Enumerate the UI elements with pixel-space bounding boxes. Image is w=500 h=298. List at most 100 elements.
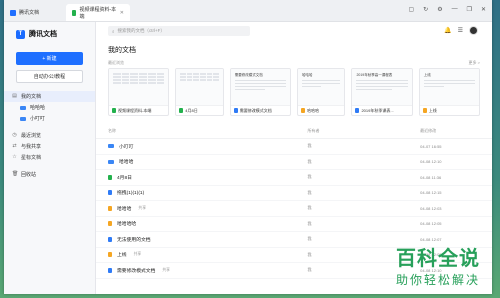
sidebar-item-label: 哈哈哈 <box>30 105 46 111</box>
sidebar-item-folder-xiaodingding[interactable]: 小叮叮 <box>4 113 95 124</box>
file-name: 小叮叮 <box>119 144 134 150</box>
minimize-icon[interactable]: — <box>452 6 458 13</box>
new-button[interactable]: + 新建 <box>16 52 83 65</box>
file-time: 04-08 12:07 <box>420 236 442 242</box>
file-owner: 我 <box>307 143 312 149</box>
column-header-name[interactable]: 名称 <box>108 128 307 134</box>
card-name: 需要修改模式文档 <box>239 107 272 113</box>
sidebar-item-starred[interactable]: ☆ 星标文档 <box>4 152 95 163</box>
table-row[interactable]: 拖拽(1)(1)(1) 我 04-08 12:15 <box>96 186 492 201</box>
watermark-title: 百科全说 <box>395 246 480 270</box>
file-time: 04-08 12:03 <box>420 205 442 211</box>
sidebar-item-label: 回收站 <box>21 172 37 178</box>
trash-icon: 🗑 <box>12 171 19 177</box>
brand: T 腾讯文档 <box>4 22 95 46</box>
folder-icon <box>108 159 114 164</box>
doc-icon <box>355 108 360 113</box>
column-header-owner[interactable]: 所有者 <box>307 128 420 134</box>
browser-titlebar: 腾讯文档 视频课程资料-本端 ✕ ▢ ↻ ⚙ — ❐ ✕ <box>4 0 492 22</box>
table-row[interactable]: 小叮叮 我 04-07 16:55 <box>96 139 492 155</box>
tencent-docs-logo-icon <box>10 9 16 16</box>
card-name: 4月8日 <box>185 107 198 113</box>
close-tab-icon[interactable]: ✕ <box>120 10 124 16</box>
file-name: 无法使用的文档 <box>117 237 151 243</box>
shared-tag: 共享 <box>138 205 146 210</box>
file-owner: 我 <box>307 174 312 180</box>
topbar-actions: 🔔 ☰ <box>444 26 478 35</box>
card-name: 2019年秋季课表... <box>361 107 394 113</box>
file-name: 4月8日 <box>117 175 132 181</box>
settings-icon[interactable]: ⚙ <box>437 6 442 13</box>
sidebar-item-my-docs[interactable]: ▤ 我的文档 <box>4 91 95 102</box>
refresh-icon[interactable]: ↻ <box>423 6 428 13</box>
file-name: 哈哈哈哈 <box>117 222 137 228</box>
file-name: 需要修改模式文档 <box>117 268 156 274</box>
card-thumb-title: 2019年秋季高一课程表 <box>356 73 393 77</box>
sheet-icon <box>112 108 116 113</box>
maximize-tabs-icon[interactable]: ▢ <box>408 6 414 13</box>
file-owner: 我 <box>307 220 312 226</box>
doc-icon <box>108 221 112 227</box>
topbar: ⌕ 搜索我的文档（ctrl+F） 🔔 ☰ <box>96 22 492 40</box>
sheet-icon <box>179 108 184 113</box>
menu-icon[interactable]: ☰ <box>458 27 463 34</box>
table-row[interactable]: 哈哈哈 我 04-08 12:10 <box>96 155 492 170</box>
doc-icon <box>108 190 112 196</box>
recent-card[interactable]: 哈哈哈 哈哈哈 <box>297 68 346 116</box>
tencent-docs-logo-icon: T <box>16 29 25 39</box>
doc-icon <box>108 205 112 211</box>
file-name: 上线 <box>117 253 127 259</box>
document-icon: ▤ <box>12 93 17 99</box>
close-window-icon[interactable]: ✕ <box>481 6 486 13</box>
recent-card[interactable]: 需要修改模式文档 需要修改模式文档 <box>229 68 291 116</box>
file-name: 哈哈哈 <box>117 206 132 212</box>
folder-icon <box>20 105 26 110</box>
card-thumbnail <box>109 69 169 105</box>
folder-icon <box>108 144 114 149</box>
sidebar-item-shared[interactable]: ⇄ 与我共享 <box>4 141 95 152</box>
notification-bell-icon[interactable]: 🔔 <box>444 27 451 34</box>
window-controls: ▢ ↻ ⚙ — ❐ ✕ <box>408 6 486 13</box>
recent-card[interactable]: 上线 上线 <box>418 68 480 116</box>
file-list-header: 名称 所有者 最近修改 <box>96 118 492 139</box>
file-time: 04-08 12:05 <box>420 221 442 227</box>
file-name: 哈哈哈 <box>119 160 134 166</box>
column-header-time[interactable]: 最近修改 <box>420 128 480 134</box>
card-thumbnail <box>176 69 223 105</box>
sidebar-item-recent[interactable]: ◷ 最近浏览 <box>4 130 95 141</box>
sidebar-item-trash[interactable]: 🗑 回收站 <box>4 169 95 180</box>
shared-tag: 共享 <box>162 267 170 272</box>
sheet-icon <box>72 9 77 16</box>
page-title: 我的文档 <box>108 47 136 54</box>
sidebar-item-folder-hahaha[interactable]: 哈哈哈 <box>4 102 95 113</box>
share-icon: ⇄ <box>12 143 17 149</box>
table-row[interactable]: 4月8日 我 04-08 11:36 <box>96 170 492 186</box>
file-time: 04-08 11:36 <box>420 174 442 180</box>
recent-card[interactable]: 视频课程资料-本端 <box>108 68 170 116</box>
table-row[interactable]: 哈哈哈 共享 我 04-08 12:03 <box>96 201 492 217</box>
table-row[interactable]: 哈哈哈哈 我 04-08 12:05 <box>96 217 492 232</box>
restore-icon[interactable]: ❐ <box>467 6 472 13</box>
shared-tag: 共享 <box>133 252 142 257</box>
tab-video-course[interactable]: 视频课程资料-本端 ✕ <box>66 4 130 21</box>
sidebar: T 腾讯文档 + 新建 自动办公/教程 ▤ 我的文档 哈哈哈 小叮叮 ◷ 最近浏… <box>4 22 96 294</box>
card-thumbnail: 需要修改模式文档 <box>230 69 290 105</box>
recent-card[interactable]: 4月8日 <box>175 68 224 116</box>
tab-tencent-docs[interactable]: 腾讯文档 <box>4 4 66 21</box>
card-thumb-title: 哈哈哈 <box>302 73 313 77</box>
clock-icon: ◷ <box>12 132 17 138</box>
sidebar-item-label: 星标文档 <box>21 155 42 161</box>
avatar[interactable] <box>469 26 478 35</box>
recent-card[interactable]: 2019年秋季高一课程表 2019年秋季课表... <box>351 68 413 116</box>
card-thumbnail: 上线 <box>419 69 479 105</box>
file-time: 04-08 12:10 <box>420 159 442 165</box>
sidebar-item-label: 最近浏览 <box>21 133 42 139</box>
sheet-icon <box>108 174 112 180</box>
search-input[interactable]: ⌕ 搜索我的文档（ctrl+F） <box>108 26 250 36</box>
auto-office-button[interactable]: 自动办公/教程 <box>16 70 83 83</box>
file-time: 04-07 16:55 <box>420 143 442 149</box>
recent-cards: 视频课程资料-本端 4月8日 需要修改模式文档 需要修改模式文档 哈哈哈 哈哈哈… <box>96 68 492 118</box>
search-placeholder: 搜索我的文档（ctrl+F） <box>117 28 165 33</box>
recent-more-link[interactable]: 更多 > <box>469 60 480 66</box>
card-thumbnail: 2019年秋季高一课程表 <box>352 69 412 105</box>
